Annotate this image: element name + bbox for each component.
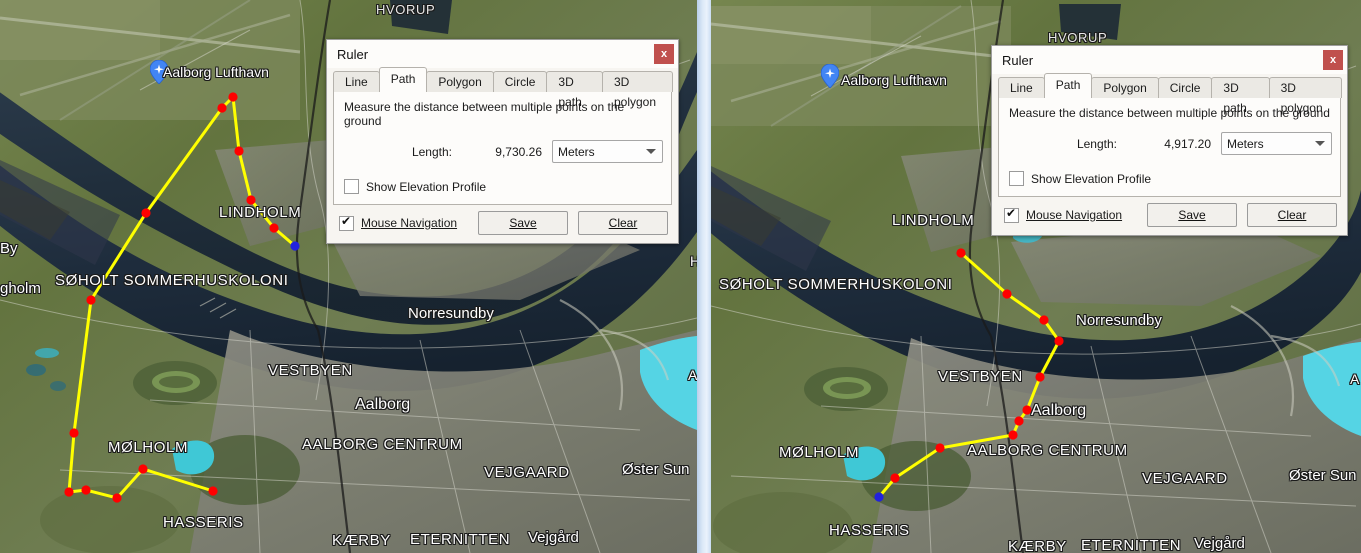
path-vertex-marker[interactable]	[64, 487, 74, 497]
path-vertex-marker[interactable]	[228, 92, 238, 102]
map-panel-right[interactable]: HVORUP Aalborg Lufthavn LINDHOLM SØHOLT SOM…	[711, 0, 1361, 553]
path-vertex-marker[interactable]	[208, 486, 218, 496]
path-vertex-marker[interactable]	[1022, 405, 1032, 415]
path-vertex-marker[interactable]	[69, 428, 79, 438]
ruler-dialog[interactable]: Ruler x Line Path Polygon Circle 3D path…	[326, 39, 679, 244]
dialog-title: Ruler	[1002, 52, 1034, 68]
tab-path[interactable]: Path	[1043, 73, 1093, 98]
dialog-footer: Mouse Navigation Save Clear	[992, 197, 1347, 235]
ruler-dialog[interactable]: Ruler x Line Path Polygon Circle 3D path…	[991, 45, 1348, 236]
path-vertex-marker[interactable]	[81, 485, 91, 495]
close-icon[interactable]: x	[1323, 50, 1343, 70]
path-vertex-marker[interactable]	[956, 248, 966, 258]
path-endpoint-marker[interactable]	[874, 492, 884, 502]
unit-select-value: Meters	[558, 144, 595, 159]
tabstrip[interactable]: Line Path Polygon Circle 3D path 3D poly…	[327, 67, 678, 109]
clear-button[interactable]: Clear	[578, 211, 668, 235]
clear-button-label: Clear	[1277, 208, 1307, 222]
dialog-title: Ruler	[337, 46, 369, 62]
save-button[interactable]: Save	[478, 211, 568, 235]
path-vertex-marker[interactable]	[935, 443, 945, 453]
chevron-down-icon	[1315, 141, 1325, 146]
unit-select[interactable]: Meters	[1221, 132, 1332, 155]
path-vertex-marker[interactable]	[246, 195, 256, 205]
show-elevation-profile-label: Show Elevation Profile	[366, 179, 487, 194]
path-vertex-marker[interactable]	[217, 103, 227, 113]
path-vertex-marker[interactable]	[141, 208, 151, 218]
length-value: 4,917.20	[1164, 136, 1211, 151]
mouse-navigation-checkbox[interactable]	[339, 214, 354, 231]
show-elevation-profile-checkbox[interactable]	[1009, 171, 1024, 186]
tab-circle[interactable]: Circle	[1157, 77, 1213, 98]
length-row: Length: 4,917.20 Meters	[1007, 132, 1332, 155]
show-elevation-profile-label: Show Elevation Profile	[1031, 171, 1152, 186]
path-vertex-marker[interactable]	[269, 223, 279, 233]
tabstrip[interactable]: Line Path Polygon Circle 3D path 3D poly…	[992, 73, 1347, 115]
length-label: Length:	[1076, 136, 1117, 151]
path-vertex-marker[interactable]	[1014, 416, 1024, 426]
show-elevation-profile-row[interactable]: Show Elevation Profile	[344, 179, 663, 194]
tab-3d-polygon[interactable]: 3D polygon	[601, 71, 673, 109]
save-button-label: Save	[509, 216, 537, 230]
tab-polygon[interactable]: Polygon	[1091, 77, 1159, 98]
map-panel-left[interactable]: HVORUP Aalborg Lufthavn LINDHOLM By gholm SØH…	[0, 0, 697, 553]
tab-3d-path[interactable]: 3D path	[546, 71, 603, 109]
close-icon[interactable]: x	[654, 44, 674, 64]
path-vertex-marker[interactable]	[890, 473, 900, 483]
clear-button-label: Clear	[608, 216, 638, 230]
tab-polygon[interactable]: Polygon	[426, 71, 494, 92]
path-vertex-marker[interactable]	[1039, 315, 1049, 325]
show-elevation-profile-checkbox[interactable]	[344, 179, 359, 194]
unit-select-value: Meters	[1227, 136, 1264, 151]
tab-3d-polygon[interactable]: 3D polygon	[1268, 77, 1342, 115]
clear-button[interactable]: Clear	[1247, 203, 1337, 227]
chevron-down-icon	[646, 149, 656, 154]
tab-3d-path[interactable]: 3D path	[1211, 77, 1270, 115]
path-vertex-marker[interactable]	[138, 464, 148, 474]
save-button[interactable]: Save	[1147, 203, 1237, 227]
length-value: 9,730.26	[495, 144, 542, 159]
tab-line[interactable]: Line	[998, 77, 1045, 98]
length-row: Length: 9,730.26 Meters	[342, 140, 663, 163]
tab-circle[interactable]: Circle	[492, 71, 548, 92]
path-vertex-marker[interactable]	[234, 146, 244, 156]
mouse-navigation-label: Mouse Navigation	[361, 216, 458, 230]
length-label: Length:	[411, 144, 452, 159]
path-vertex-marker[interactable]	[86, 295, 96, 305]
mouse-navigation-checkbox[interactable]	[1004, 206, 1019, 223]
path-vertex-marker[interactable]	[1054, 336, 1064, 346]
unit-select[interactable]: Meters	[552, 140, 663, 163]
screenshot-root: HVORUP Aalborg Lufthavn LINDHOLM By gholm SØH…	[0, 0, 1361, 553]
mouse-navigation-row[interactable]: Mouse Navigation	[339, 214, 458, 231]
path-vertex-marker[interactable]	[1002, 289, 1012, 299]
path-vertex-marker[interactable]	[1035, 372, 1045, 382]
tab-line[interactable]: Line	[333, 71, 380, 92]
mouse-navigation-label: Mouse Navigation	[1026, 208, 1123, 222]
dialog-titlebar: Ruler x	[992, 46, 1347, 74]
show-elevation-profile-row[interactable]: Show Elevation Profile	[1009, 171, 1332, 186]
path-endpoint-marker[interactable]	[290, 241, 300, 251]
dialog-titlebar: Ruler x	[327, 40, 678, 68]
tab-path[interactable]: Path	[378, 67, 428, 92]
save-button-label: Save	[1178, 208, 1206, 222]
path-vertex-marker[interactable]	[112, 493, 122, 503]
path-vertex-marker[interactable]	[1008, 430, 1018, 440]
panel-separator	[697, 0, 711, 553]
dialog-footer: Mouse Navigation Save Clear	[327, 205, 678, 243]
mouse-navigation-row[interactable]: Mouse Navigation	[1004, 206, 1123, 223]
